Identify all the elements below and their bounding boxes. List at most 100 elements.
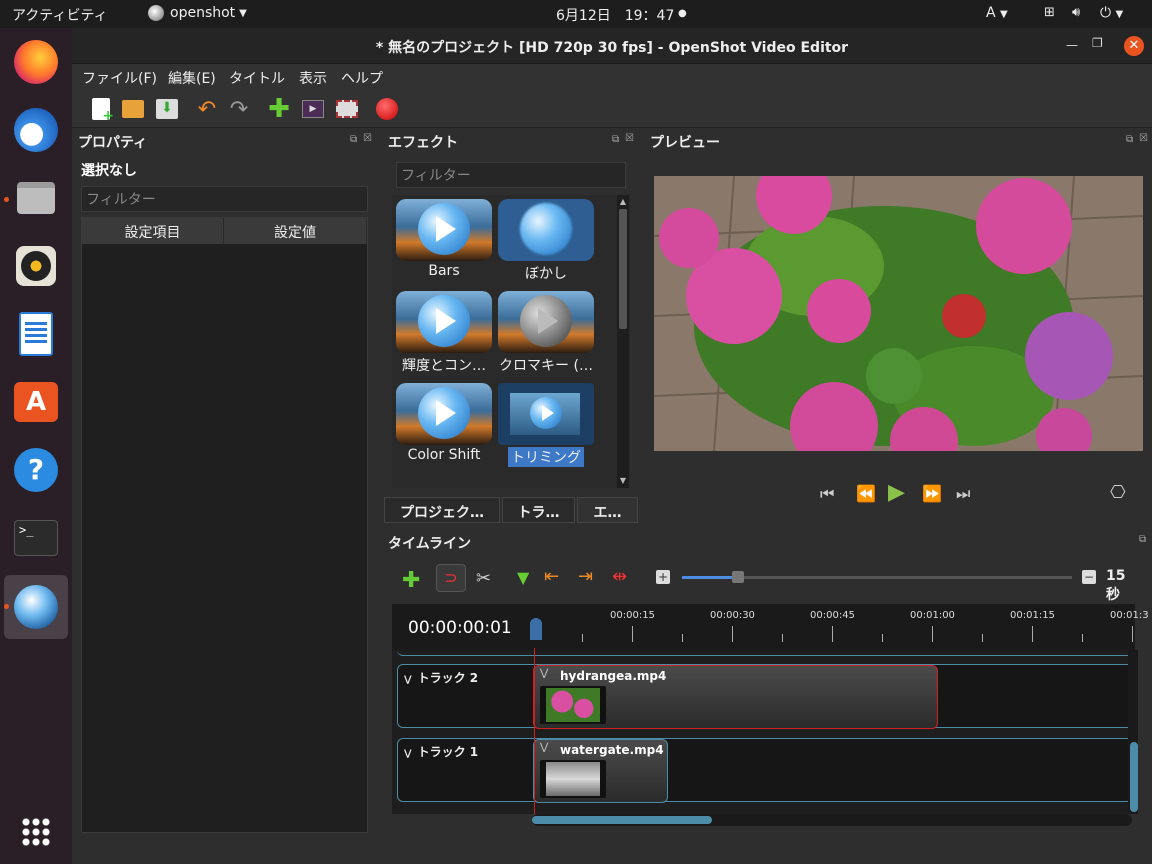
effect-chroma-key[interactable]: クロマキー (… bbox=[496, 287, 596, 377]
fullscreen-icon[interactable] bbox=[334, 96, 360, 122]
float-icon[interactable]: ⧉ bbox=[1126, 134, 1133, 145]
input-method-indicator[interactable]: A ▼ bbox=[986, 5, 1008, 21]
effect-label: クロマキー (… bbox=[499, 358, 593, 374]
scroll-up-icon[interactable]: ▲ bbox=[618, 197, 628, 207]
rhythmbox-icon[interactable] bbox=[12, 242, 60, 290]
clip-menu-icon[interactable]: ⋁ bbox=[540, 742, 548, 753]
firefox-icon[interactable] bbox=[12, 38, 60, 86]
effect-crop[interactable]: トリミング bbox=[496, 379, 596, 469]
scrollbar-thumb[interactable] bbox=[619, 209, 627, 329]
close-panel-icon[interactable]: ☒ bbox=[625, 133, 634, 144]
volume-icon[interactable]: 🔊︎ bbox=[1072, 5, 1080, 20]
terminal-icon[interactable]: >_ bbox=[12, 514, 60, 562]
scrollbar-thumb[interactable] bbox=[532, 816, 712, 824]
effect-brightness[interactable]: 輝度とコン… bbox=[394, 287, 494, 377]
column-header-key[interactable]: 設定項目 bbox=[82, 218, 224, 244]
main-toolbar: + ⬇ ↶ ↷ ✚ ▶ bbox=[72, 90, 1152, 128]
clock[interactable]: 6月12日 19：47 bbox=[556, 5, 674, 25]
ubuntu-software-icon[interactable]: A bbox=[12, 378, 60, 426]
timeline-ruler[interactable]: 00:00:00:01 00:00:15 00:00:30 00:00:45 0… bbox=[392, 604, 1149, 650]
network-icon[interactable]: ⊞ bbox=[1044, 5, 1055, 20]
effect-color-shift[interactable]: Color Shift bbox=[394, 379, 494, 469]
effect-label: 輝度とコン… bbox=[402, 358, 486, 374]
power-icon[interactable]: ⏻ ▼ bbox=[1100, 5, 1123, 21]
jump-end-icon[interactable]: ⏭ bbox=[956, 484, 970, 504]
previous-marker-icon[interactable]: ⇤ bbox=[544, 566, 559, 587]
next-marker-icon[interactable]: ⇥ bbox=[578, 566, 593, 587]
minimize-icon[interactable]: — bbox=[1066, 38, 1078, 52]
selection-label: 選択なし bbox=[81, 163, 137, 179]
new-project-icon[interactable]: + bbox=[88, 96, 114, 124]
thunderbird-icon[interactable] bbox=[12, 106, 60, 154]
activities-button[interactable]: アクティビティ bbox=[12, 5, 108, 25]
menu-help[interactable]: ヘルプ bbox=[341, 68, 383, 88]
help-icon[interactable]: ? bbox=[12, 446, 60, 494]
add-marker-icon[interactable]: ▼ bbox=[517, 568, 529, 587]
menu-view[interactable]: 表示 bbox=[299, 68, 327, 88]
menu-file[interactable]: ファイル(F) bbox=[82, 68, 157, 88]
zoom-slider[interactable] bbox=[682, 571, 1072, 583]
float-icon[interactable]: ⧉ bbox=[612, 134, 619, 145]
camera-icon[interactable]: ⎔ bbox=[1110, 482, 1126, 503]
menu-edit[interactable]: 編集(E) bbox=[168, 68, 216, 88]
zoom-in-icon[interactable]: + bbox=[656, 570, 670, 584]
redo-icon[interactable]: ↷ bbox=[226, 96, 252, 122]
snap-magnet-icon[interactable]: ⊃ bbox=[436, 564, 466, 592]
effects-filter-input[interactable]: フィルター bbox=[396, 162, 626, 188]
clip-menu-icon[interactable]: ⋁ bbox=[540, 668, 548, 679]
jump-start-icon[interactable]: ⏮ bbox=[820, 484, 834, 504]
effect-label: ぼかし bbox=[525, 266, 567, 282]
effect-blur[interactable]: ぼかし bbox=[496, 195, 596, 285]
show-applications-icon[interactable] bbox=[12, 808, 60, 856]
maximize-icon[interactable]: ❐ bbox=[1092, 36, 1103, 50]
zoom-out-icon[interactable]: − bbox=[1082, 570, 1096, 584]
scrollbar-thumb[interactable] bbox=[1130, 742, 1138, 812]
playhead-handle[interactable] bbox=[530, 618, 542, 640]
timeline-horizontal-scrollbar[interactable] bbox=[532, 814, 1132, 826]
tab-effects[interactable]: エ… bbox=[577, 497, 638, 523]
effects-scrollbar[interactable]: ▲ ▼ bbox=[617, 195, 629, 488]
properties-table[interactable]: 設定項目 設定値 bbox=[81, 217, 368, 833]
razor-icon[interactable]: ✂ bbox=[476, 568, 491, 589]
clip-watergate[interactable]: ⋁ watergate.mp4 bbox=[533, 739, 668, 803]
app-menu-label: openshot bbox=[170, 5, 236, 21]
close-panel-icon[interactable]: ☒ bbox=[363, 133, 372, 144]
files-icon[interactable] bbox=[12, 174, 60, 222]
rewind-icon[interactable]: ⏪ bbox=[856, 484, 876, 503]
float-icon[interactable]: ⧉ bbox=[1139, 534, 1146, 545]
open-project-icon[interactable] bbox=[120, 96, 146, 122]
float-icon[interactable]: ⧉ bbox=[350, 134, 357, 145]
fast-forward-icon[interactable]: ⏩ bbox=[922, 484, 942, 503]
ruler-label: 00:00:45 bbox=[810, 610, 855, 621]
ruler-tick bbox=[932, 626, 933, 642]
menu-title[interactable]: タイトル bbox=[229, 68, 285, 88]
import-files-icon[interactable]: ✚ bbox=[266, 94, 292, 124]
effect-bars[interactable]: Bars bbox=[394, 195, 494, 285]
tab-transitions[interactable]: トラ… bbox=[502, 497, 575, 523]
timeline-vertical-scrollbar[interactable] bbox=[1128, 650, 1138, 814]
video-preview[interactable] bbox=[654, 176, 1143, 451]
openshot-app-icon bbox=[148, 5, 164, 21]
add-track-icon[interactable]: ✚ bbox=[402, 568, 420, 593]
export-video-icon[interactable] bbox=[374, 96, 400, 122]
profile-icon[interactable]: ▶ bbox=[300, 96, 326, 122]
properties-filter-input[interactable]: フィルター bbox=[81, 186, 368, 212]
close-panel-icon[interactable]: ☒ bbox=[1139, 133, 1148, 144]
play-icon[interactable]: ▶ bbox=[888, 480, 905, 505]
zoom-slider-handle[interactable] bbox=[732, 571, 744, 583]
tab-project-files[interactable]: プロジェク… bbox=[384, 497, 500, 523]
save-project-icon[interactable]: ⬇ bbox=[154, 96, 180, 122]
clip-hydrangea[interactable]: ⋁ hydrangea.mp4 bbox=[533, 665, 938, 729]
undo-icon[interactable]: ↶ bbox=[194, 96, 220, 122]
close-icon[interactable]: ✕ bbox=[1124, 36, 1144, 56]
column-header-value[interactable]: 設定値 bbox=[224, 218, 367, 244]
openshot-icon[interactable] bbox=[12, 583, 60, 631]
track-1[interactable]: ⋁ トラック 1 ⋁ watergate.mp4 bbox=[397, 738, 1133, 803]
track-2[interactable]: ⋁ トラック 2 ⋁ hydrangea.mp4 bbox=[397, 664, 1133, 729]
track-name: トラック 2 bbox=[417, 671, 479, 685]
center-playhead-icon[interactable]: ⇹ bbox=[612, 566, 627, 587]
app-menu[interactable]: openshot ▼ bbox=[148, 5, 247, 21]
libreoffice-writer-icon[interactable] bbox=[12, 310, 60, 358]
effects-panel-title: エフェクト bbox=[388, 135, 458, 151]
scroll-down-icon[interactable]: ▼ bbox=[618, 476, 628, 486]
